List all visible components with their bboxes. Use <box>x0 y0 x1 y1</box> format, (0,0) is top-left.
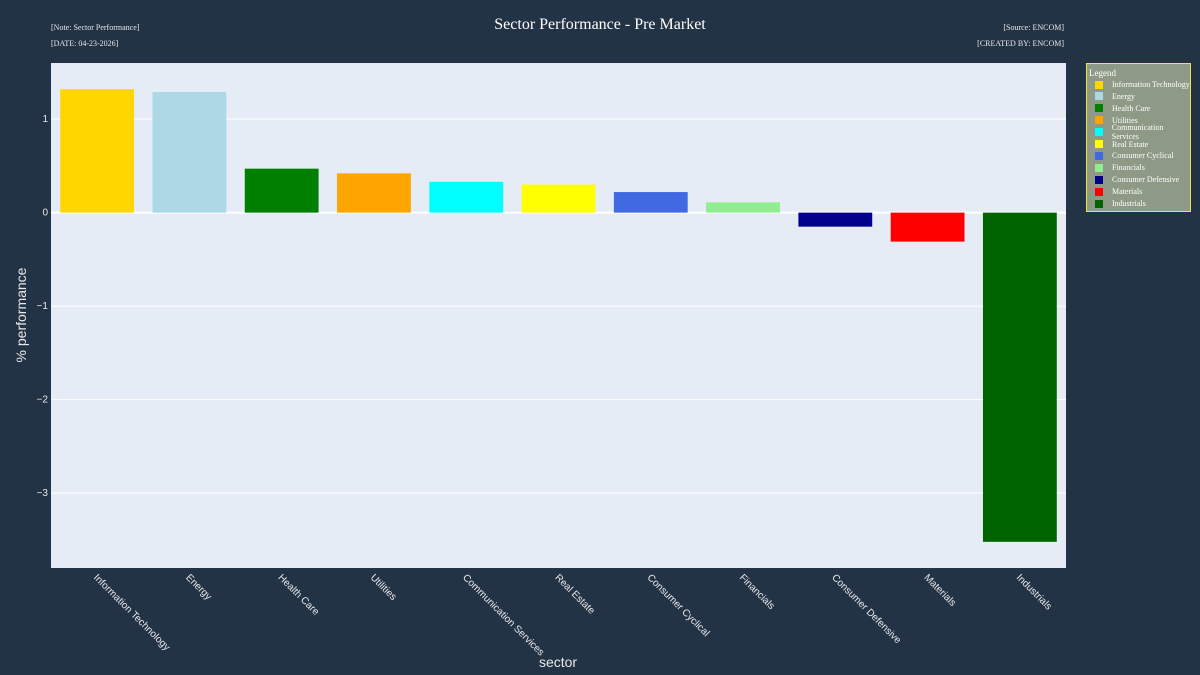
bar-utilities <box>337 173 411 213</box>
legend-item[interactable]: Communication Services <box>1095 123 1190 141</box>
legend-item[interactable]: Financials <box>1095 162 1145 173</box>
legend-item[interactable]: Consumer Cyclical <box>1095 150 1174 161</box>
legend-swatch <box>1095 187 1103 196</box>
x-tick-label: Health Care <box>276 572 322 618</box>
bar-chart: 1 0 −1 −2 −3 Information Technology Energy Hea… <box>13 63 1066 670</box>
legend-swatch <box>1095 199 1103 208</box>
bar-information-technology <box>60 89 135 213</box>
bar-industrials <box>982 212 1057 542</box>
legend-label: Information Technology <box>1112 80 1190 89</box>
x-tick-label: Utilities <box>368 572 399 603</box>
x-tick-label: Communication Services <box>460 572 546 658</box>
x-tick-label: Consumer Defensive <box>829 572 903 646</box>
y-tick-label: −1 <box>37 301 49 312</box>
legend-label: Consumer Defensive <box>1112 175 1180 185</box>
bar-consumer-defensive <box>798 212 873 227</box>
x-tick-label: Information Technology <box>91 572 172 653</box>
legend-label: Financials <box>1112 163 1145 173</box>
x-tick-label: Industrials <box>1014 572 1054 612</box>
y-tick-label: 1 <box>42 114 48 125</box>
legend-label: Energy <box>1112 91 1135 101</box>
legend-item[interactable]: Real Estate <box>1095 139 1148 150</box>
legend-swatch <box>1095 92 1103 101</box>
legend-item[interactable]: Health Care <box>1095 103 1150 114</box>
y-axis-label: % performance <box>13 267 29 362</box>
bar-real-estate <box>521 184 596 213</box>
legend-swatch <box>1095 80 1103 89</box>
legend-swatch <box>1095 140 1103 148</box>
legend-swatch <box>1095 104 1103 113</box>
x-tick-label: Materials <box>921 572 957 608</box>
x-tick-label: Real Estate <box>552 572 597 617</box>
y-tick-label: −3 <box>37 488 49 499</box>
legend-item[interactable]: Energy <box>1095 91 1135 102</box>
legend-label: Industrials <box>1112 199 1146 208</box>
bar-financials <box>706 202 780 213</box>
bar-energy <box>152 91 227 213</box>
bar-materials <box>890 212 965 242</box>
legend-swatch <box>1095 151 1103 160</box>
x-tick-label: Financials <box>737 572 777 612</box>
bar-health-care <box>244 168 319 213</box>
legend-title: Legend <box>1089 68 1116 78</box>
x-tick-labels: Information Technology Energy Health Care U… <box>91 572 1054 658</box>
x-tick-label: Consumer Cyclical <box>645 572 712 639</box>
legend: Legend Information Technology Energy Healt… <box>1086 63 1191 212</box>
x-tick-label: Energy <box>183 572 213 602</box>
y-tick-labels: 1 0 −1 −2 −3 <box>37 114 49 499</box>
x-axis-label: sector <box>539 654 577 670</box>
legend-label: Real Estate <box>1112 139 1149 149</box>
legend-label: Health Care <box>1112 103 1151 113</box>
bar-consumer-cyclical <box>613 192 688 213</box>
bar-communication-services <box>429 181 504 213</box>
legend-swatch <box>1095 163 1103 172</box>
legend-item[interactable]: Consumer Defensive <box>1095 174 1179 185</box>
legend-label: Materials <box>1112 187 1143 197</box>
legend-swatch <box>1095 175 1103 184</box>
legend-label: Consumer Cyclical <box>1112 151 1174 161</box>
y-tick-label: −2 <box>37 395 49 406</box>
y-tick-label: 0 <box>42 208 48 219</box>
legend-item[interactable]: Information Technology <box>1095 79 1190 90</box>
legend-item[interactable]: Industrials <box>1095 198 1146 209</box>
legend-swatch <box>1095 128 1103 137</box>
legend-item[interactable]: Materials <box>1095 186 1142 197</box>
legend-swatch <box>1095 116 1103 125</box>
